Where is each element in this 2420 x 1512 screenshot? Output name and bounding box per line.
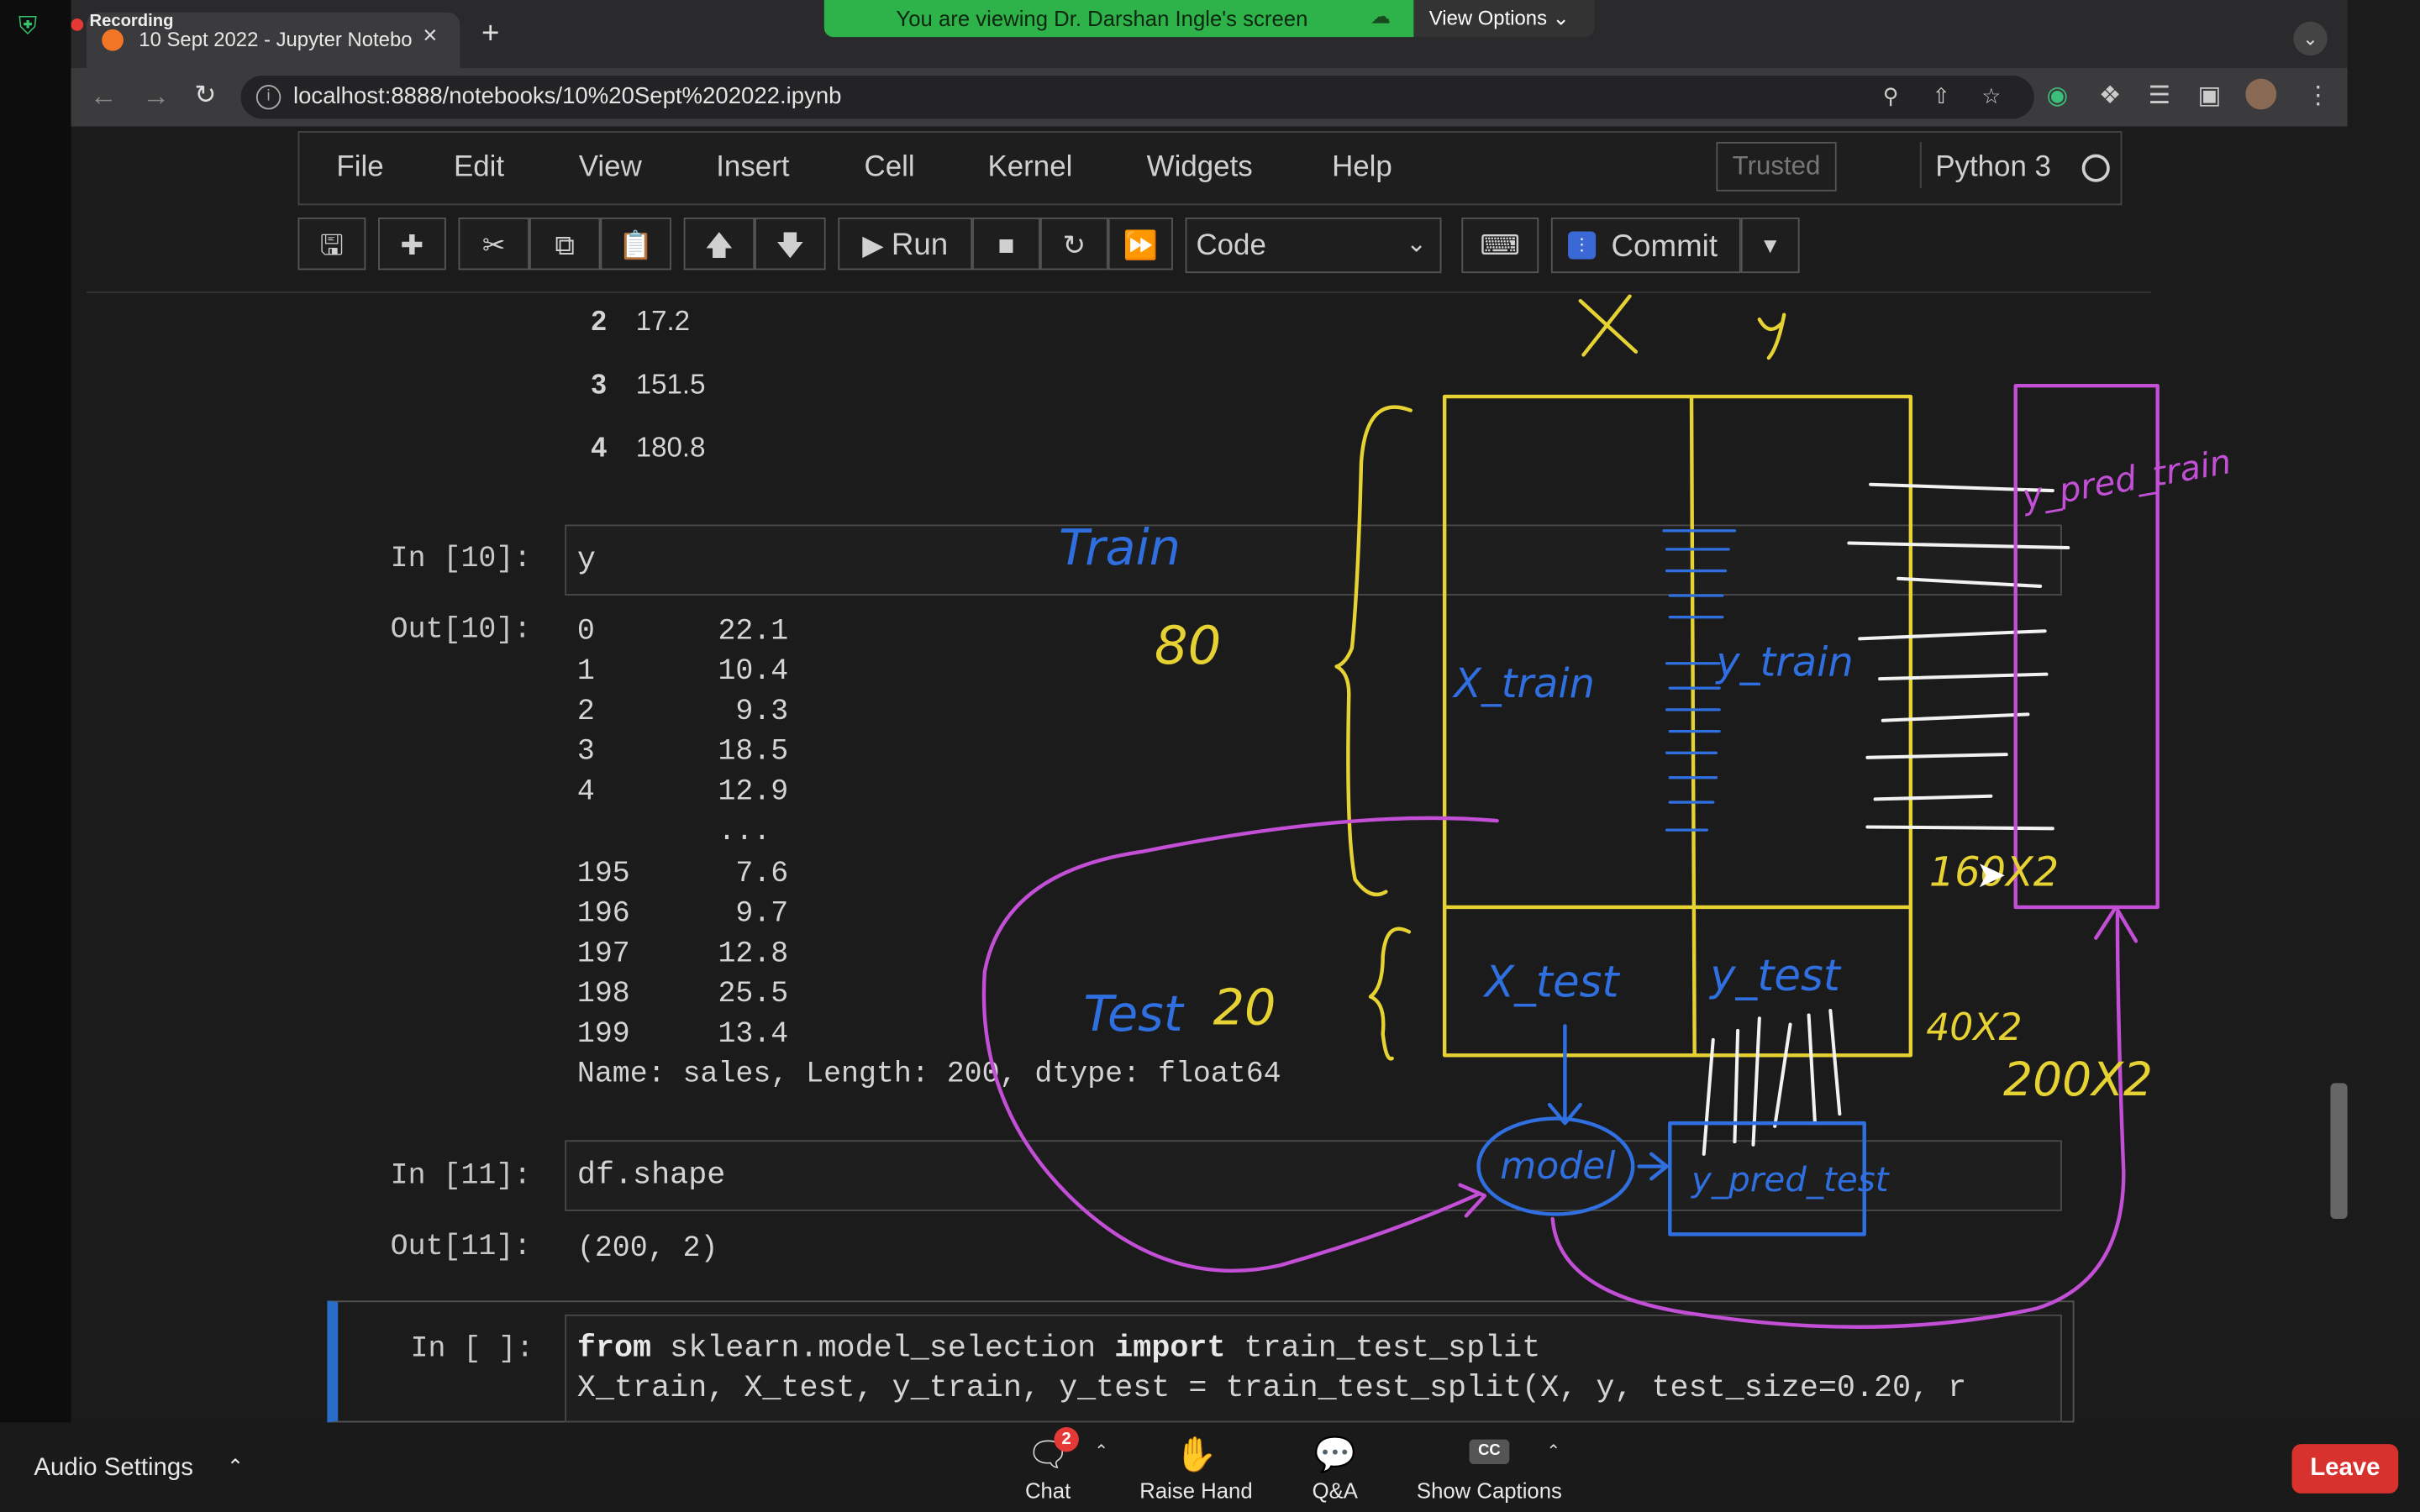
- y-pred-test-strokes: [1702, 1009, 1842, 1156]
- test-brace: [1368, 927, 1412, 1061]
- chevron-up-icon[interactable]: ⌃: [1546, 1441, 1560, 1461]
- train-to-model-arrow: [981, 816, 1499, 1273]
- chat-label[interactable]: Chat: [1009, 1478, 1086, 1503]
- chevron-up-icon[interactable]: ⌃: [227, 1455, 244, 1479]
- qa-label[interactable]: Q&A: [1297, 1478, 1374, 1503]
- screen: ⛨ 10 Sept 2022 - Jupyter Notebo × Record…: [0, 0, 2420, 1512]
- column-divider: [1689, 394, 1697, 1058]
- test-shape-label: 40X2: [1926, 1006, 2022, 1049]
- show-captions-label[interactable]: Show Captions: [1407, 1478, 1571, 1503]
- model-to-pred-test-arrow: [1637, 1152, 1669, 1181]
- captions-cc-icon[interactable]: CC: [1469, 1439, 1510, 1465]
- chat-badge: 2: [1054, 1426, 1079, 1452]
- y-test-label: y_test: [1708, 951, 1842, 1001]
- raise-hand-icon[interactable]: ✋: [1173, 1435, 1219, 1475]
- leave-button[interactable]: Leave: [2291, 1444, 2399, 1494]
- y-train-label: y_train: [1714, 639, 1853, 685]
- total-shape-label: 200X2: [2003, 1053, 2153, 1106]
- mouse-cursor-icon: ➤: [1975, 854, 2007, 897]
- raise-hand-label[interactable]: Raise Hand: [1127, 1478, 1265, 1503]
- y-pred-train-label: y_pred_train: [2018, 441, 2234, 517]
- x-train-label: X_train: [1451, 661, 1595, 707]
- y-pred-train-strokes: [1847, 482, 2070, 831]
- x-mark: [1578, 294, 1639, 357]
- model-label: model: [1500, 1145, 1616, 1188]
- x-test-label: X_test: [1482, 958, 1620, 1008]
- test-label: Test: [1083, 984, 1184, 1042]
- qa-icon[interactable]: 💬: [1312, 1435, 1358, 1475]
- y-pred-test-label: y_pred_test: [1691, 1159, 1891, 1200]
- test-percent: 20: [1213, 979, 1276, 1037]
- chevron-up-icon[interactable]: ⌃: [1094, 1441, 1108, 1461]
- y-mark: [1757, 312, 1786, 360]
- annotation-overlay: Train 80 X_train y_train y_pred_train Te…: [981, 294, 2234, 1329]
- audio-settings-button[interactable]: Audio Settings: [34, 1455, 193, 1483]
- train-percent: 80: [1155, 615, 1221, 676]
- test-to-model-arrow: [1547, 1024, 1582, 1126]
- train-label: Train: [1059, 518, 1181, 576]
